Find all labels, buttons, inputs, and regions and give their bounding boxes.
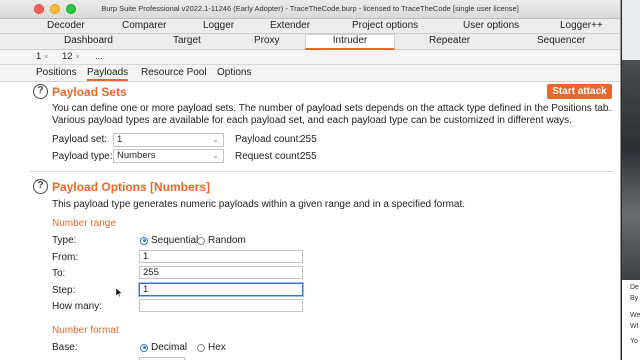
radio-hex-label: Hex [208,342,226,353]
to-label: To: [52,268,66,279]
payload-sets-desc-1: You can define one or more payload sets.… [52,103,612,114]
tab-intruder[interactable]: Intruder [305,34,395,50]
radio-checked-icon [140,343,148,352]
tab-proxy[interactable]: Proxy [254,35,280,46]
new-attack-tab[interactable]: ... [95,51,103,62]
tab-resource-pool[interactable]: Resource Pool [141,67,207,78]
tab-sequencer[interactable]: Sequencer [537,35,585,46]
tab-project-options[interactable]: Project options [352,20,418,31]
request-count-value: 255 [300,151,317,162]
tab-options[interactable]: Options [217,67,251,78]
title-bar: Burp Suite Professional v2022.1-11246 (E… [0,0,620,19]
top-tabs-row-2: Dashboard Target Proxy Intruder Repeater… [0,34,620,50]
tab-comparer[interactable]: Comparer [122,20,166,31]
payload-type-select[interactable]: Numbers ⌄ [113,149,224,163]
mouse-cursor-icon [116,288,122,297]
number-format-heading: Number format [52,325,119,336]
radio-sequential-label: Sequential [151,235,199,246]
background-text-4: WI [630,323,639,330]
window-title: Burp Suite Professional v2022.1-11246 (E… [101,4,519,13]
number-range-heading: Number range [52,218,116,229]
top-tabs-row-1: Decoder Comparer Logger Extender Project… [0,19,620,34]
background-text-5: Yo [630,338,638,345]
payload-type-label: Payload type: [52,151,113,162]
attack-tabs: 1 × 12 × ... [0,50,620,65]
payload-count-value: 255 [300,134,317,145]
background-header [622,0,640,60]
radio-unchecked-icon [197,236,205,245]
help-icon[interactable]: ? [33,179,48,194]
tab-user-options[interactable]: User options [463,20,519,31]
background-window: De By We WI Yo [622,0,640,360]
tab-payloads[interactable]: Payloads [87,67,129,81]
burp-window: Burp Suite Professional v2022.1-11246 (E… [0,0,621,360]
tab-target[interactable]: Target [173,35,201,46]
payload-type-value: Numbers [117,150,156,161]
intruder-sub-tabs: Positions Payloads Resource Pool Options [0,65,620,82]
from-input[interactable]: 1 [139,250,303,263]
radio-sequential[interactable]: Sequential [140,235,198,246]
tab-logger[interactable]: Logger [203,20,234,31]
step-input[interactable]: 1 [139,283,303,296]
background-text-3: We [630,312,640,319]
base-label: Base: [52,342,78,353]
payload-options-desc: This payload type generates numeric payl… [52,199,466,210]
tab-dashboard[interactable]: Dashboard [64,35,113,46]
request-count-label: Request count: [235,151,303,162]
help-icon[interactable]: ? [33,84,48,99]
tab-logger-plus-plus[interactable]: Logger++ [560,20,603,31]
step-label: Step: [52,285,76,296]
payload-set-value: 1 [117,134,123,145]
payload-count-label: Payload count: [235,134,302,145]
radio-random-label: Random [208,235,246,246]
attack-tab-1[interactable]: 1 × [36,51,48,62]
close-icon[interactable]: × [76,54,80,61]
tab-extender[interactable]: Extender [270,20,310,31]
from-label: From: [52,252,79,263]
range-type-label: Type: [52,235,77,246]
how-many-input[interactable] [139,299,303,312]
radio-unchecked-icon [197,343,205,352]
payload-sets-desc-2: Various payload types are available for … [52,115,572,126]
background-image [622,60,640,280]
radio-random[interactable]: Random [197,235,246,246]
radio-hex[interactable]: Hex [197,342,226,353]
how-many-label: How many: [52,301,103,312]
payload-sets-title: Payload Sets [52,85,127,99]
background-text-2: By [630,295,639,302]
chevron-down-icon: ⌄ [212,135,219,144]
background-text-1: De [630,284,639,291]
payload-set-select[interactable]: 1 ⌄ [113,133,224,147]
attack-tab-12-label: 12 [62,51,73,62]
to-input[interactable]: 255 [139,266,303,279]
radio-checked-icon [140,236,148,245]
radio-decimal[interactable]: Decimal [140,342,187,353]
payload-options-title: Payload Options [Numbers] [52,180,211,194]
radio-decimal-label: Decimal [151,342,188,353]
attack-tab-1-label: 1 [36,51,42,62]
close-icon[interactable]: × [44,54,48,61]
tab-repeater[interactable]: Repeater [429,35,470,46]
chevron-down-icon: ⌄ [212,151,219,160]
start-attack-button[interactable]: Start attack [547,84,612,99]
attack-tab-12[interactable]: 12 × [62,51,80,62]
tab-positions[interactable]: Positions [36,67,77,78]
tab-decoder[interactable]: Decoder [47,20,85,31]
section-divider [30,171,613,172]
payload-set-label: Payload set: [52,134,108,145]
